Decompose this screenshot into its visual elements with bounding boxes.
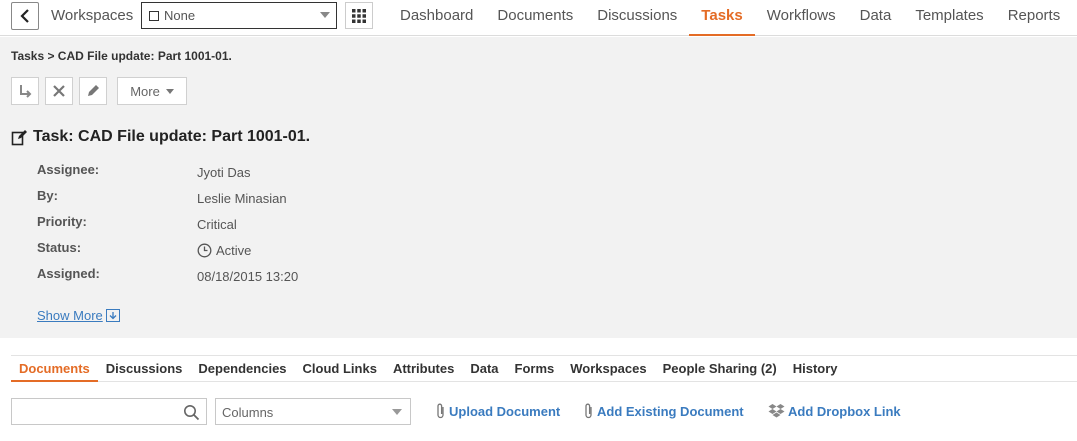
document-search [11, 398, 207, 425]
reassign-button[interactable] [11, 77, 39, 105]
workspace-select-value: None [164, 8, 196, 23]
nav-workflows[interactable]: Workflows [755, 0, 848, 36]
breadcrumb[interactable]: Tasks > CAD File update: Part 1001-01. [11, 49, 232, 63]
nav-discussions[interactable]: Discussions [585, 0, 689, 36]
status-value-wrap: Active [197, 240, 251, 260]
assignee-label: Assignee: [37, 162, 100, 177]
edit-button[interactable] [79, 77, 107, 105]
delete-button[interactable] [45, 77, 73, 105]
by-label: By: [37, 188, 58, 203]
caret-down-icon [392, 409, 402, 415]
upload-document-button[interactable]: Upload Document [436, 403, 560, 419]
detail-row-assigned: Assigned: 08/18/2015 13:20 [37, 266, 537, 286]
upload-document-label: Upload Document [449, 403, 561, 419]
search-icon[interactable] [183, 404, 200, 421]
add-dropbox-link-label: Add Dropbox Link [788, 403, 901, 419]
pencil-icon [88, 85, 99, 96]
caret-down-icon [165, 88, 174, 94]
paperclip-icon [437, 403, 444, 419]
workspace-select[interactable]: None [141, 2, 337, 29]
detail-row-by: By: Leslie Minasian [37, 188, 537, 208]
add-dropbox-link-button[interactable]: Add Dropbox Link [768, 403, 901, 419]
main-nav: Dashboard Documents Discussions Tasks Wo… [388, 0, 1072, 36]
status-label: Status: [37, 240, 82, 255]
back-button[interactable] [11, 2, 39, 30]
edit-task-icon [11, 129, 27, 145]
tab-data[interactable]: Data [462, 356, 506, 382]
assigned-value: 08/18/2015 13:20 [197, 268, 299, 284]
tab-people-sharing[interactable]: People Sharing (2) [655, 356, 785, 382]
turn-right-arrow-icon [20, 85, 32, 98]
tab-forms[interactable]: Forms [507, 356, 563, 382]
add-existing-document-label: Add Existing Document [597, 403, 744, 419]
detail-tabs: Documents Discussions Dependencies Cloud… [11, 355, 1077, 382]
close-icon [53, 85, 65, 97]
nav-documents[interactable]: Documents [485, 0, 585, 36]
tab-discussions[interactable]: Discussions [98, 356, 191, 382]
tab-attributes[interactable]: Attributes [385, 356, 462, 382]
assigned-label: Assigned: [37, 266, 100, 281]
top-navigation-bar: Workspaces None Dashboard Documents Disc… [0, 0, 1077, 36]
assignee-value: Jyoti Das [197, 164, 251, 180]
columns-select[interactable]: Columns [215, 398, 411, 425]
more-label: More [130, 83, 160, 99]
nav-data[interactable]: Data [848, 0, 904, 36]
checkbox-icon [149, 10, 159, 21]
nav-tasks[interactable]: Tasks [689, 0, 755, 36]
caret-down-icon [320, 12, 330, 18]
nav-reports[interactable]: Reports [996, 0, 1073, 36]
priority-label: Priority: [37, 214, 87, 229]
expand-down-icon [105, 309, 120, 322]
chevron-left-icon [20, 9, 29, 23]
detail-row-status: Status: Active [37, 240, 537, 260]
dropbox-icon [768, 404, 785, 418]
tab-documents[interactable]: Documents [11, 356, 98, 382]
detail-row-assignee: Assignee: Jyoti Das [37, 162, 537, 182]
tab-dependencies[interactable]: Dependencies [190, 356, 294, 382]
task-title-text: Task: CAD File update: Part 1001-01. [33, 128, 311, 145]
tab-history[interactable]: History [785, 356, 846, 382]
tab-cloud-links[interactable]: Cloud Links [295, 356, 385, 382]
app-grid-button[interactable] [345, 2, 373, 29]
action-toolbar: More [11, 77, 187, 105]
priority-value: Critical [197, 216, 237, 232]
more-dropdown-button[interactable]: More [117, 77, 187, 105]
nav-templates[interactable]: Templates [903, 0, 995, 36]
show-more-link[interactable]: Show More [37, 308, 120, 323]
nav-dashboard[interactable]: Dashboard [388, 0, 485, 36]
by-value: Leslie Minasian [197, 190, 287, 206]
paperclip-icon [585, 403, 592, 419]
tab-workspaces[interactable]: Workspaces [562, 356, 654, 382]
show-more-label: Show More [37, 308, 103, 323]
page-title: Task: CAD File update: Part 1001-01. [11, 128, 310, 146]
grid-icon [352, 8, 366, 23]
clock-icon [197, 243, 212, 257]
columns-select-value: Columns [222, 405, 274, 420]
detail-row-priority: Priority: Critical [37, 214, 537, 234]
workspaces-label: Workspaces [51, 7, 134, 24]
search-input[interactable] [12, 399, 172, 424]
add-existing-document-button[interactable]: Add Existing Document [584, 403, 744, 419]
task-header: Tasks > CAD File update: Part 1001-01. M… [0, 37, 1077, 338]
status-value: Active [216, 242, 252, 258]
